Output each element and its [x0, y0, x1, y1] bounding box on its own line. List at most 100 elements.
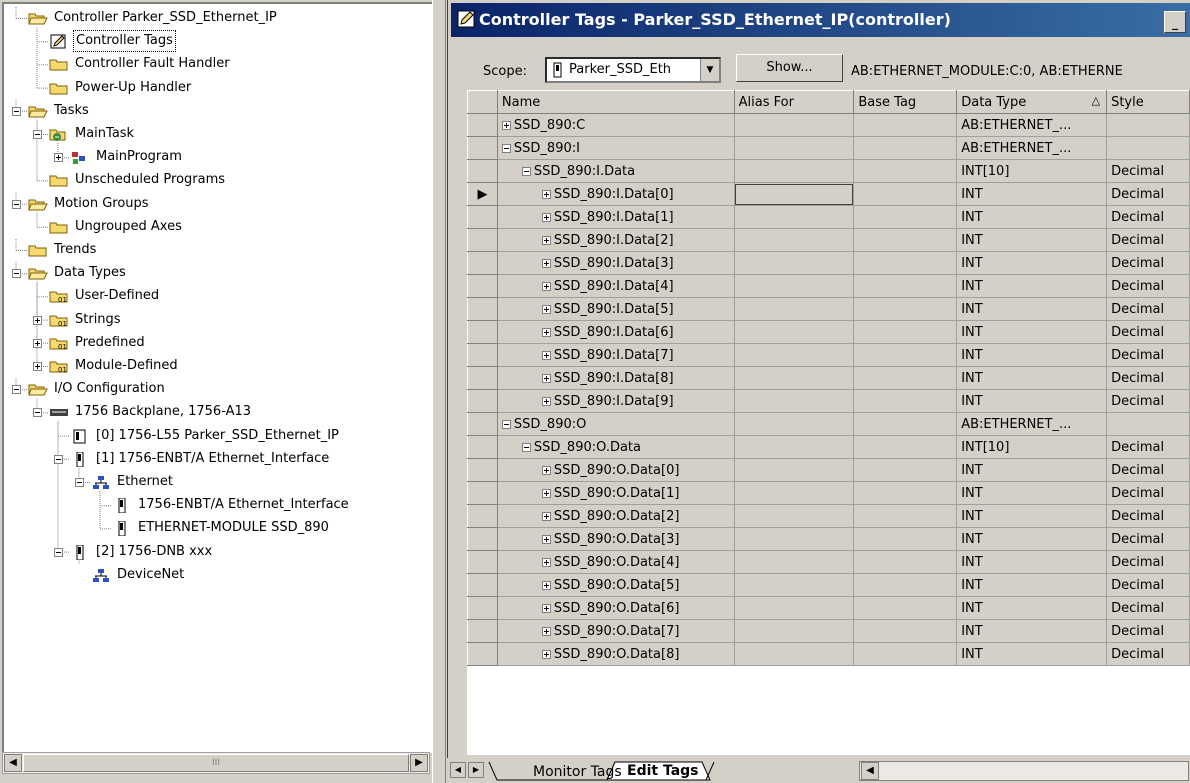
cell-base-tag[interactable]: [853, 228, 958, 252]
cell-style[interactable]: Decimal: [1106, 159, 1190, 183]
cell-data-type[interactable]: INT: [956, 205, 1108, 229]
table-row[interactable]: SSD_890:I.Data[5] INT Decimal: [467, 297, 1190, 321]
table-row[interactable]: ▶ SSD_890:I.Data[0] INT Decimal: [467, 182, 1190, 206]
table-row[interactable]: SSD_890:O.Data[7] INT Decimal: [467, 619, 1190, 643]
chevron-down-icon[interactable]: ▼: [700, 59, 719, 81]
scroll-right-button[interactable]: ▶: [410, 754, 428, 772]
cell-alias-for[interactable]: [734, 113, 855, 137]
cell-alias-for[interactable]: [734, 366, 855, 390]
cell-data-type[interactable]: INT: [956, 550, 1108, 574]
row-header[interactable]: [467, 573, 498, 597]
row-header[interactable]: [467, 366, 498, 390]
cell-data-type[interactable]: AB:ETHERNET_...: [956, 113, 1108, 137]
expand-toggle-icon[interactable]: [541, 603, 551, 613]
cell-style[interactable]: Decimal: [1106, 366, 1190, 390]
row-header[interactable]: [467, 389, 498, 413]
cell-base-tag[interactable]: [853, 481, 958, 505]
cell-data-type[interactable]: AB:ETHERNET_...: [956, 136, 1108, 160]
cell-data-type[interactable]: INT: [956, 320, 1108, 344]
tab-monitor-tags[interactable]: Monitor Tags: [525, 762, 630, 782]
cell-alias-for[interactable]: [734, 527, 855, 551]
collapse-toggle-icon[interactable]: [12, 199, 21, 209]
cell-style[interactable]: Decimal: [1106, 320, 1190, 344]
cell-name[interactable]: SSD_890:I.Data: [497, 159, 735, 183]
table-row[interactable]: SSD_890:O.Data[8] INT Decimal: [467, 642, 1190, 666]
expand-toggle-icon[interactable]: [541, 304, 551, 314]
cell-data-type[interactable]: INT: [956, 366, 1108, 390]
cell-data-type[interactable]: INT[10]: [956, 435, 1108, 459]
cell-style[interactable]: [1106, 136, 1190, 160]
collapse-toggle-icon[interactable]: [33, 130, 42, 139]
row-header[interactable]: [467, 274, 498, 298]
cell-name[interactable]: SSD_890:I.Data[5]: [497, 297, 735, 321]
expand-toggle-icon[interactable]: [541, 327, 551, 337]
table-row[interactable]: SSD_890:I.Data[2] INT Decimal: [467, 228, 1190, 252]
cell-data-type[interactable]: INT: [956, 297, 1108, 321]
row-header[interactable]: [467, 136, 498, 160]
collapse-toggle-icon[interactable]: [501, 143, 511, 153]
cell-alias-for[interactable]: [734, 205, 855, 229]
cell-style[interactable]: Decimal: [1106, 550, 1190, 574]
table-row[interactable]: SSD_890:I.Data[6] INT Decimal: [467, 320, 1190, 344]
cell-name[interactable]: SSD_890:O.Data[1]: [497, 481, 735, 505]
cell-base-tag[interactable]: [853, 113, 958, 137]
cell-style[interactable]: Decimal: [1106, 596, 1190, 620]
table-row[interactable]: SSD_890:I.Data INT[10] Decimal: [467, 159, 1190, 183]
cell-base-tag[interactable]: [853, 596, 958, 620]
cell-style[interactable]: Decimal: [1106, 458, 1190, 482]
row-header[interactable]: [467, 435, 498, 459]
cell-data-type[interactable]: INT: [956, 182, 1108, 206]
expand-toggle-icon[interactable]: [33, 362, 42, 371]
table-row[interactable]: SSD_890:O.Data[5] INT Decimal: [467, 573, 1190, 597]
cell-base-tag[interactable]: [853, 389, 958, 413]
collapse-toggle-icon[interactable]: [75, 478, 84, 487]
scroll-left-button[interactable]: ◀: [4, 754, 22, 772]
cell-data-type[interactable]: INT: [956, 527, 1108, 551]
expand-toggle-icon[interactable]: [54, 153, 63, 163]
column-header-style[interactable]: Style: [1106, 90, 1190, 114]
cell-name[interactable]: SSD_890:I.Data[9]: [497, 389, 735, 413]
cell-data-type[interactable]: INT: [956, 458, 1108, 482]
cell-alias-for[interactable]: [734, 159, 855, 183]
table-row[interactable]: SSD_890:O.Data[0] INT Decimal: [467, 458, 1190, 482]
cell-style[interactable]: Decimal: [1106, 481, 1190, 505]
cell-data-type[interactable]: INT: [956, 228, 1108, 252]
cell-name[interactable]: SSD_890:O.Data: [497, 435, 735, 459]
cell-alias-for[interactable]: [734, 274, 855, 298]
cell-base-tag[interactable]: [853, 366, 958, 390]
cell-style[interactable]: Decimal: [1106, 228, 1190, 252]
cell-name[interactable]: SSD_890:C: [497, 113, 735, 137]
cell-style[interactable]: [1106, 113, 1190, 137]
cell-style[interactable]: Decimal: [1106, 619, 1190, 643]
cell-base-tag[interactable]: [853, 619, 958, 643]
collapse-toggle-icon[interactable]: [521, 442, 531, 452]
cell-name[interactable]: SSD_890:I.Data[0]: [497, 182, 735, 206]
table-row[interactable]: SSD_890:O.Data INT[10] Decimal: [467, 435, 1190, 459]
tab-edit-tags[interactable]: Edit Tags: [619, 761, 707, 781]
cell-data-type[interactable]: INT: [956, 389, 1108, 413]
cell-alias-for[interactable]: [734, 412, 855, 436]
table-row[interactable]: SSD_890:I.Data[7] INT Decimal: [467, 343, 1190, 367]
cell-style[interactable]: Decimal: [1106, 182, 1190, 206]
row-header[interactable]: [467, 412, 498, 436]
cell-alias-for[interactable]: [734, 251, 855, 275]
row-header[interactable]: [467, 619, 498, 643]
collapse-toggle-icon[interactable]: [54, 454, 63, 464]
expand-toggle-icon[interactable]: [541, 580, 551, 590]
expand-toggle-icon[interactable]: [541, 534, 551, 544]
cell-name[interactable]: SSD_890:I.Data[8]: [497, 366, 735, 390]
column-header-data-type[interactable]: Data Type △: [956, 90, 1108, 114]
cell-alias-for[interactable]: [734, 504, 855, 528]
cell-base-tag[interactable]: [853, 504, 958, 528]
collapse-toggle-icon[interactable]: [33, 408, 42, 418]
collapse-toggle-icon[interactable]: [12, 269, 21, 279]
tab-scroll-left-button[interactable]: ◀: [450, 762, 466, 778]
cell-style[interactable]: Decimal: [1106, 435, 1190, 459]
table-row[interactable]: SSD_890:O.Data[3] INT Decimal: [467, 527, 1190, 551]
cell-data-type[interactable]: INT: [956, 596, 1108, 620]
cell-name[interactable]: SSD_890:O.Data[0]: [497, 458, 735, 482]
cell-alias-for[interactable]: [734, 458, 855, 482]
cell-style[interactable]: Decimal: [1106, 274, 1190, 298]
grid-scroll-left-button[interactable]: ◀: [861, 762, 879, 780]
cell-name[interactable]: SSD_890:O.Data[2]: [497, 504, 735, 528]
